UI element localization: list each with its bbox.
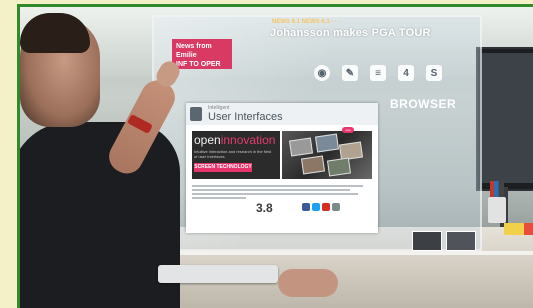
pen-icon[interactable]: ✎: [342, 65, 358, 81]
browser-label: BROWSER: [390, 97, 457, 111]
hero-title: openinnovation: [194, 133, 275, 147]
text-line: [192, 197, 246, 199]
hero-title-open: open: [194, 133, 221, 147]
thumbnail-strip: [412, 231, 476, 251]
thumbnail[interactable]: [412, 231, 442, 251]
thumbnail[interactable]: [446, 231, 476, 251]
share-icon[interactable]: [332, 203, 340, 211]
text-line: [192, 185, 363, 187]
news-ticker-headline[interactable]: Johansson makes PGA TOUR: [270, 27, 431, 39]
hero-text: Intuitive interaction and research in th…: [194, 149, 272, 159]
hand-on-desk: [278, 269, 338, 297]
pen-cup: [488, 197, 506, 223]
app-icon-row: ◉ ✎ ≡ 4 S: [314, 65, 442, 81]
keyboard[interactable]: [158, 265, 278, 283]
collage-tile: [314, 133, 340, 153]
four-icon[interactable]: 4: [398, 65, 414, 81]
news-notification[interactable]: News from Emilie INF TO OPER: [172, 39, 232, 69]
social-icons: [302, 203, 346, 211]
image-frame: News from Emilie INF TO OPER NEWS 6.1 NE…: [0, 0, 533, 308]
person-torso: [20, 122, 180, 308]
news-ticker-small: NEWS 6.1 NEWS 6.1 · · ·: [272, 19, 341, 25]
background-monitor: [476, 47, 533, 191]
screen-technology-button[interactable]: SCREEN TECHNOLOGY: [194, 163, 252, 172]
collage-tile: [288, 137, 314, 157]
sticky-notes: [504, 223, 533, 235]
rating-value: 3.8: [256, 201, 273, 215]
youtube-icon[interactable]: [322, 203, 330, 211]
browser-page[interactable]: Intelligent User Interfaces openinnovati…: [186, 103, 378, 233]
photo: News from Emilie INF TO OPER NEWS 6.1 NE…: [17, 4, 533, 308]
display-base-edge: [170, 251, 533, 255]
article-text: [192, 183, 372, 201]
s-icon[interactable]: S: [426, 65, 442, 81]
page-header: Intelligent User Interfaces: [186, 103, 378, 125]
site-logo-icon: [190, 107, 202, 121]
hero-collage-image: [282, 131, 372, 179]
new-badge: new: [342, 127, 354, 133]
hero-title-innovation: innovation: [220, 133, 276, 147]
collage-tile: [300, 155, 326, 175]
collage-tile: [326, 157, 352, 177]
list-icon[interactable]: ≡: [370, 65, 386, 81]
facebook-icon[interactable]: [302, 203, 310, 211]
globe-icon[interactable]: ◉: [314, 65, 330, 81]
page-title: User Interfaces: [208, 111, 283, 123]
monitor-screen: [482, 53, 533, 183]
text-line: [192, 193, 358, 195]
twitter-icon[interactable]: [312, 203, 320, 211]
text-line: [192, 189, 351, 191]
